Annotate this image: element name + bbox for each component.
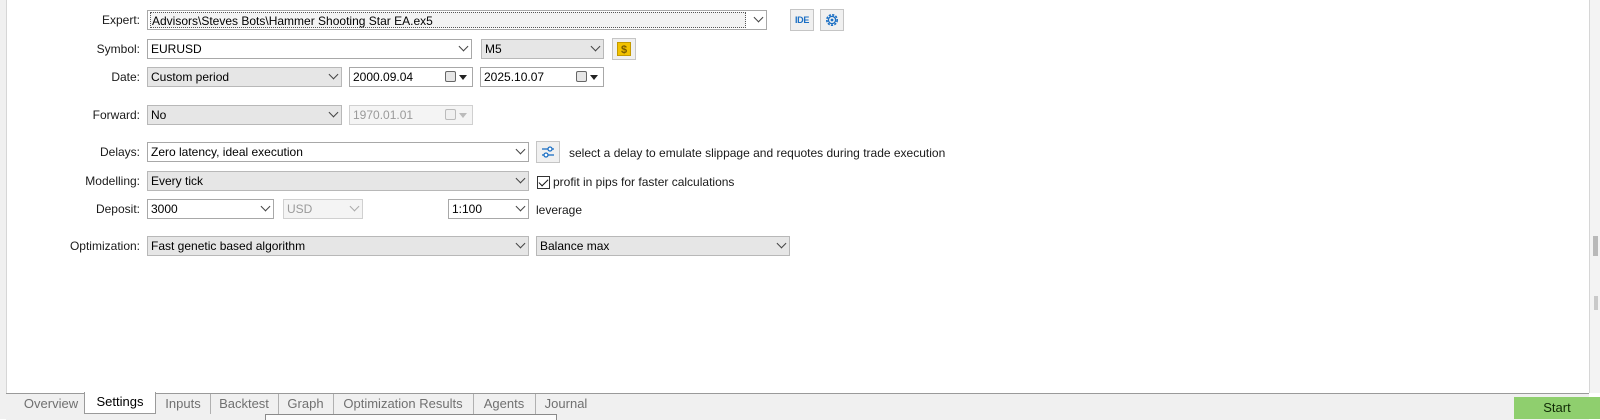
chevron-down-icon: [515, 173, 526, 184]
dropdown-arrow-icon[interactable]: [590, 75, 598, 80]
chevron-down-icon: [328, 69, 339, 80]
tab-journal[interactable]: Journal: [535, 394, 597, 414]
date-from-picker[interactable]: 2000.09.04: [349, 67, 473, 87]
deposit-label: Deposit:: [95, 202, 140, 216]
leverage-select[interactable]: 1:100: [448, 199, 529, 219]
tooltip-popup-edge: [265, 414, 557, 420]
dropdown-arrow-icon[interactable]: [459, 75, 467, 80]
tab-inputs[interactable]: Inputs: [156, 394, 211, 414]
symbol-value: EURUSD: [151, 42, 202, 56]
chevron-down-icon: [515, 144, 526, 155]
date-from-value: 2000.09.04: [353, 70, 414, 84]
date-to-value: 2025.10.07: [484, 70, 545, 84]
timeframe-select[interactable]: M5: [481, 39, 604, 59]
delays-hint: select a delay to emulate slippage and r…: [569, 146, 946, 160]
scrollbar-thumb[interactable]: [1593, 236, 1598, 256]
date-label: Date:: [111, 70, 140, 84]
symbol-label: Symbol:: [96, 42, 140, 56]
leverage-label: leverage: [536, 203, 583, 217]
modelling-value: Every tick: [151, 174, 204, 188]
chevron-down-icon: [515, 238, 526, 249]
tab-backtest[interactable]: Backtest: [210, 394, 279, 414]
right-scrollbar[interactable]: [1589, 0, 1600, 393]
tester-tab-bar: Overview Settings Inputs Backtest Graph …: [6, 392, 1589, 420]
expert-value: Advisors\Steves Bots\Hammer Shooting Sta…: [150, 12, 746, 28]
modelling-label: Modelling:: [85, 174, 140, 188]
gear-icon: [826, 14, 838, 26]
calendar-icon[interactable]: [576, 71, 587, 82]
ide-button[interactable]: IDE: [790, 9, 814, 31]
chevron-down-icon: [753, 12, 764, 23]
expert-label: Expert:: [101, 13, 140, 27]
tab-optimization-results[interactable]: Optimization Results: [333, 394, 474, 414]
timeframe-value: M5: [485, 42, 502, 56]
chevron-down-icon: [328, 107, 339, 118]
deposit-currency-value: USD: [287, 202, 313, 216]
date-to-picker[interactable]: 2025.10.07: [480, 67, 604, 87]
chevron-down-icon: [458, 41, 469, 52]
tab-overview[interactable]: Overview: [12, 394, 91, 414]
calendar-icon[interactable]: [445, 71, 456, 82]
dropdown-arrow-icon: [459, 113, 467, 118]
expert-settings-button[interactable]: [820, 9, 844, 31]
forward-value: No: [151, 108, 167, 122]
delays-label: Delays:: [99, 145, 140, 159]
deposit-currency-select: USD: [283, 199, 363, 219]
delays-select[interactable]: Zero latency, ideal execution: [147, 142, 529, 162]
optimization-algorithm-select[interactable]: Fast genetic based algorithm: [147, 236, 529, 256]
date-period-select[interactable]: Custom period: [147, 67, 342, 87]
pips-checkbox[interactable]: [537, 176, 550, 189]
symbol-specification-button[interactable]: $: [612, 38, 636, 60]
tab-settings[interactable]: Settings: [84, 392, 156, 414]
sliders-icon: [542, 146, 554, 158]
scrollbar-grip[interactable]: [1594, 296, 1598, 310]
chevron-down-icon: [590, 41, 601, 52]
left-window-border: [0, 0, 7, 419]
dollar-icon: $: [617, 42, 631, 56]
date-period-value: Custom period: [151, 70, 230, 84]
tab-graph[interactable]: Graph: [278, 394, 334, 414]
deposit-amount-value: 3000: [151, 202, 178, 216]
optimization-criterion-select[interactable]: Balance max: [536, 236, 790, 256]
expert-select[interactable]: Advisors\Steves Bots\Hammer Shooting Sta…: [147, 10, 767, 30]
optimization-criterion-value: Balance max: [540, 239, 610, 253]
chevron-down-icon: [349, 201, 360, 212]
modelling-select[interactable]: Every tick: [147, 171, 529, 191]
optimization-label: Optimization:: [69, 239, 140, 253]
delays-value: Zero latency, ideal execution: [151, 145, 303, 159]
ide-icon: IDE: [794, 15, 810, 25]
deposit-amount-select[interactable]: 3000: [147, 199, 274, 219]
chevron-down-icon: [776, 238, 787, 249]
forward-select[interactable]: No: [147, 105, 342, 125]
start-button[interactable]: Start: [1514, 397, 1600, 419]
chevron-down-icon: [260, 201, 271, 212]
chevron-down-icon: [515, 201, 526, 212]
forward-label: Forward:: [92, 108, 140, 122]
symbol-select[interactable]: EURUSD: [147, 39, 472, 59]
delay-settings-button[interactable]: [536, 141, 560, 163]
tab-agents[interactable]: Agents: [473, 394, 536, 414]
optimization-algorithm-value: Fast genetic based algorithm: [151, 239, 306, 253]
leverage-value: 1:100: [452, 202, 483, 216]
pips-checkbox-label[interactable]: profit in pips for faster calculations: [553, 172, 734, 192]
calendar-icon: [445, 109, 456, 120]
forward-date-picker: 1970.01.01: [349, 105, 473, 125]
forward-date-value: 1970.01.01: [353, 108, 414, 122]
